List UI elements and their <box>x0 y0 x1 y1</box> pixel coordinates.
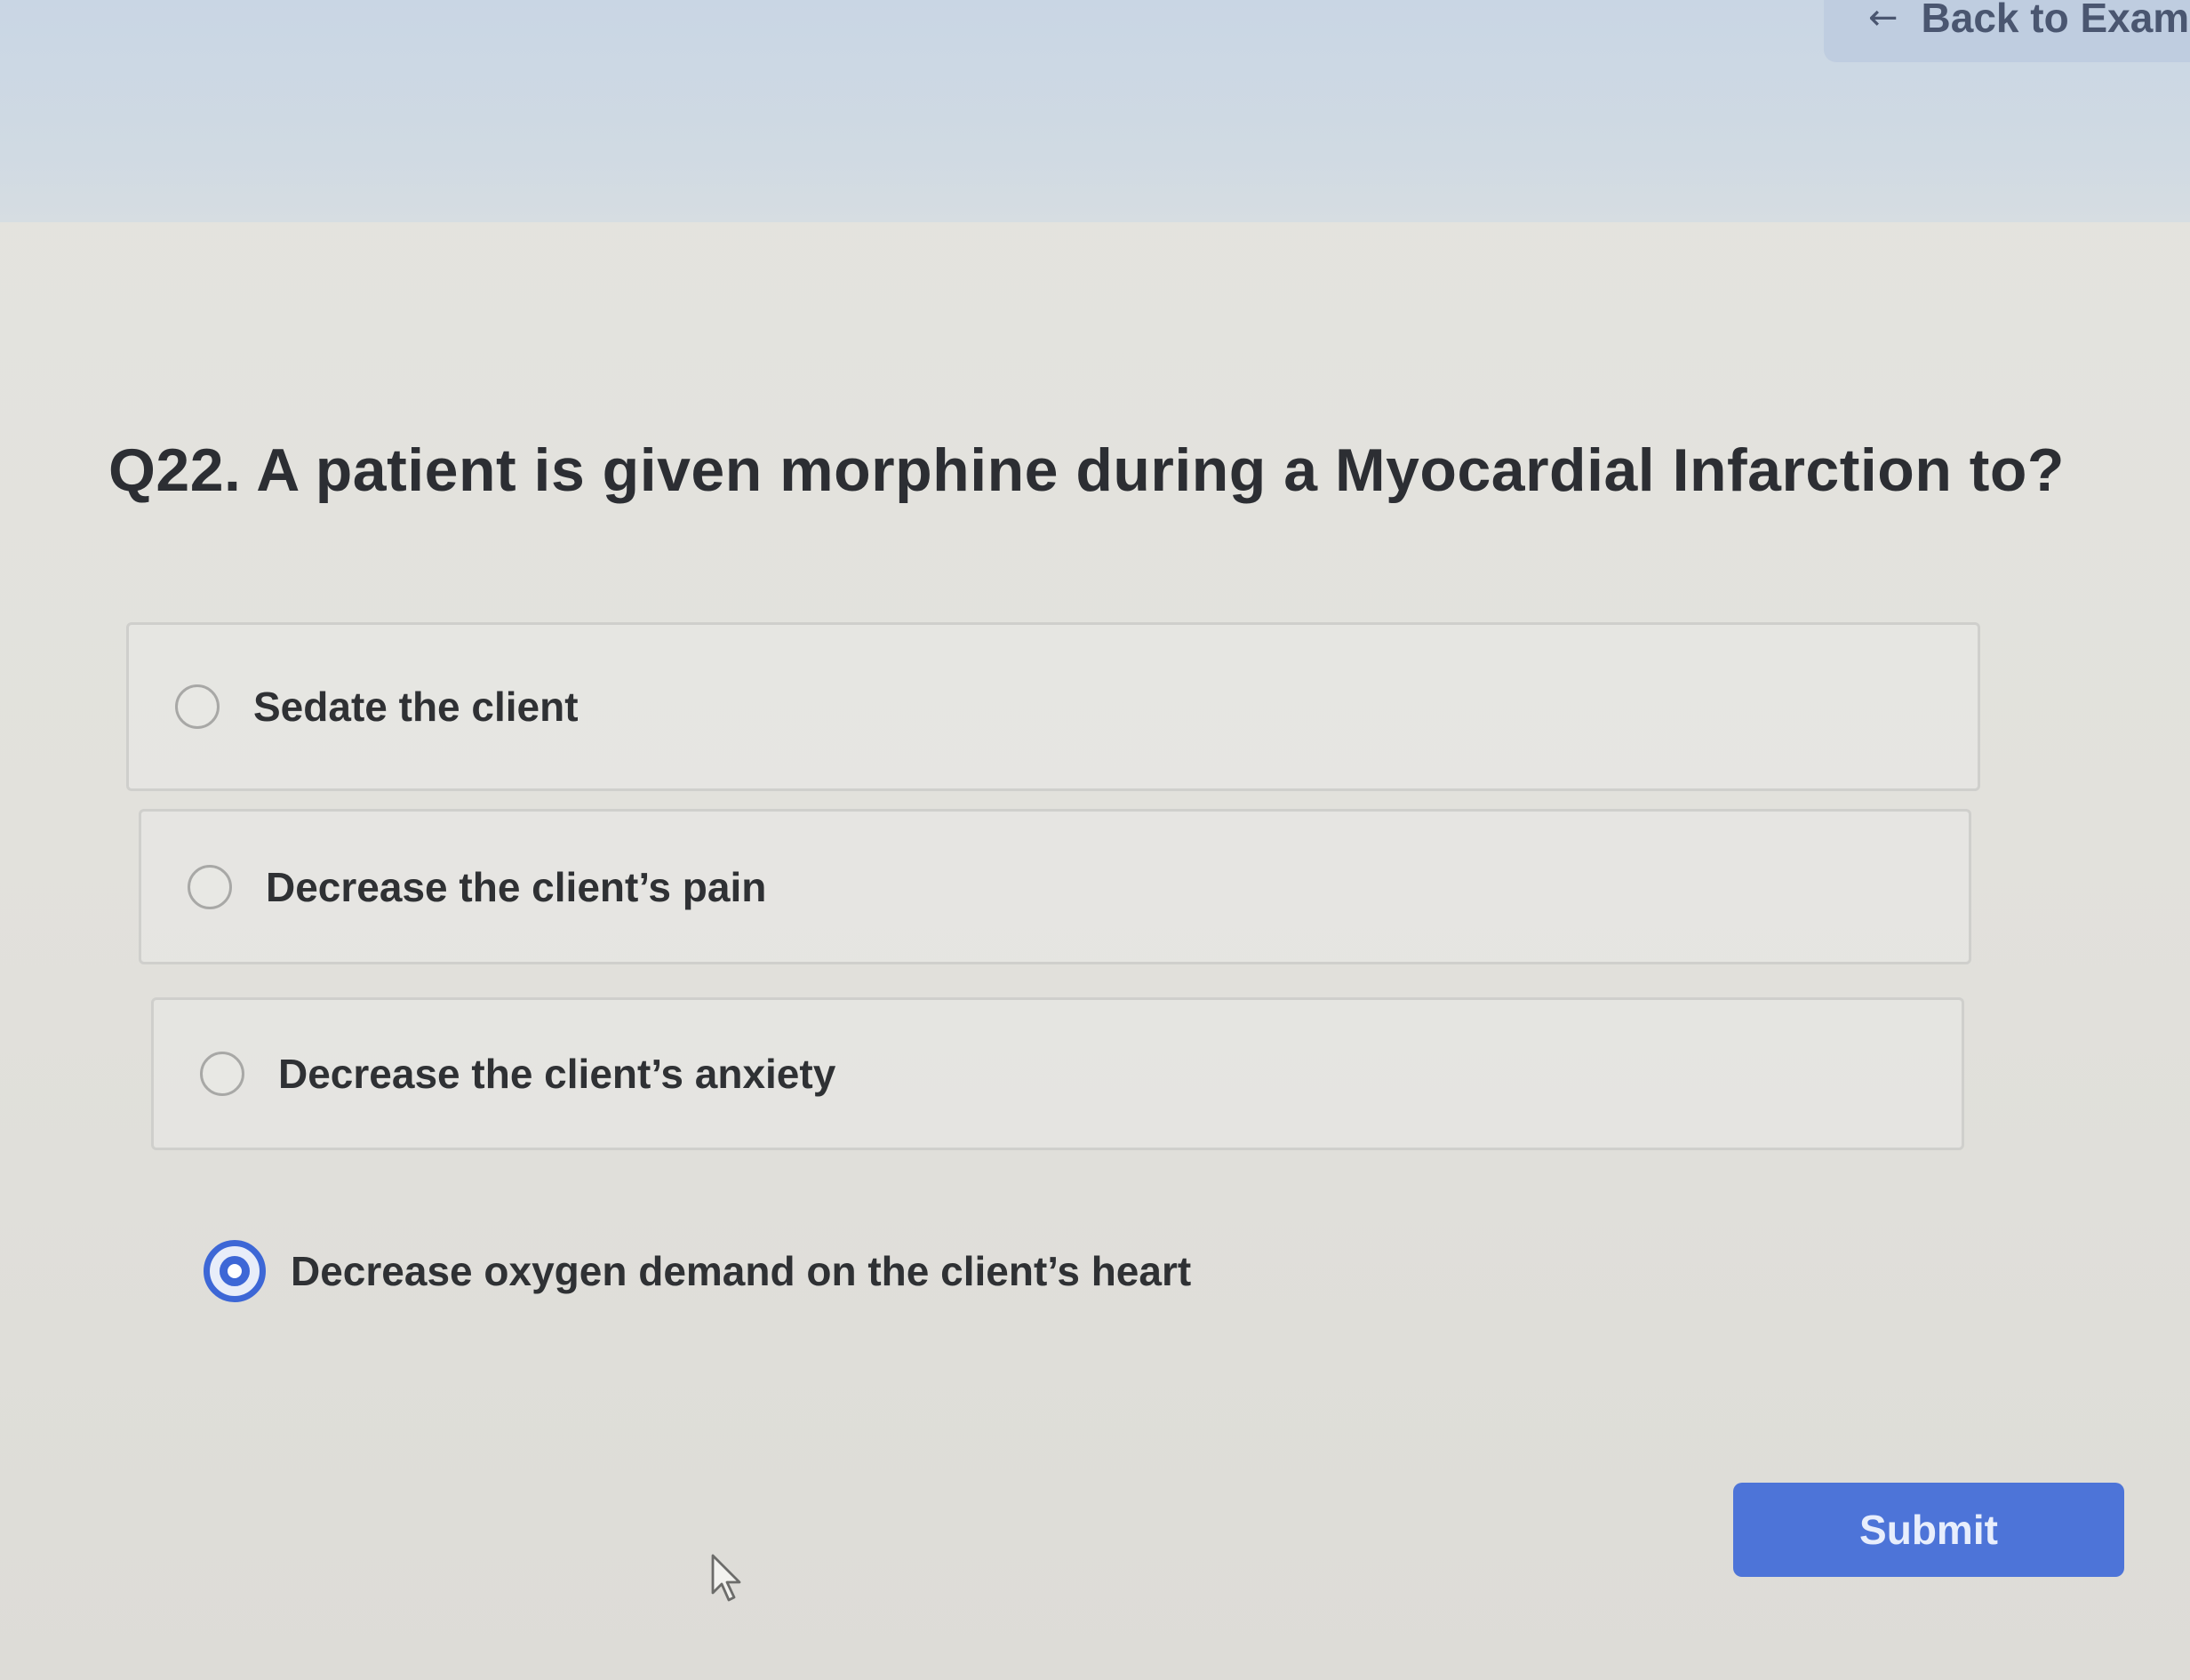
mouse-cursor-icon <box>711 1554 741 1602</box>
arrow-left-icon: ← <box>1868 0 1898 38</box>
answer-option-2[interactable]: Decrease the client’s pain <box>139 809 1971 964</box>
back-to-exam-button[interactable]: ← Back to Exam <box>1824 0 2190 62</box>
back-to-exam-label: Back to Exam <box>1921 0 2190 41</box>
answer-label: Decrease the client’s anxiety <box>278 1051 836 1097</box>
radio-button[interactable] <box>200 1052 244 1096</box>
answer-option-4[interactable]: Decrease oxygen demand on the client’s h… <box>126 1182 1957 1360</box>
radio-button-selected[interactable] <box>204 1240 266 1302</box>
answer-label: Decrease the client’s pain <box>266 863 767 910</box>
exam-page: ← Back to Exam Q22. A patient is given m… <box>0 0 2190 1680</box>
submit-button[interactable]: Submit <box>1733 1483 2124 1577</box>
answer-label: Sedate the client <box>253 684 579 730</box>
radio-button[interactable] <box>188 864 232 909</box>
answer-option-3[interactable]: Decrease the client’s anxiety <box>151 997 1964 1150</box>
answer-option-1[interactable]: Sedate the client <box>126 622 1980 791</box>
question-text: Q22. A patient is given morphine during … <box>108 436 2065 504</box>
radio-button[interactable] <box>175 684 220 729</box>
answer-label: Decrease oxygen demand on the client’s h… <box>291 1248 1192 1294</box>
